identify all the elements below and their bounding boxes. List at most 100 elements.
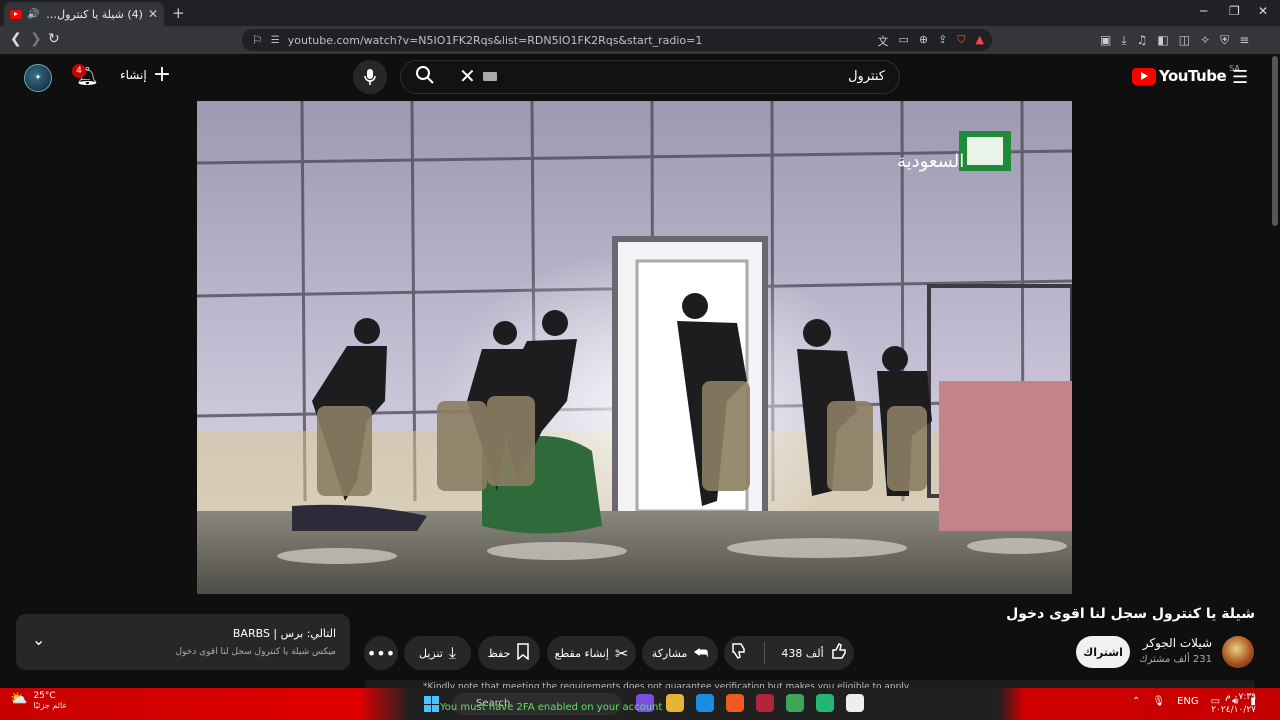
like-button[interactable]: [830, 642, 848, 664]
weather-description: غائم جزئيًا: [33, 701, 67, 710]
new-tab-icon[interactable]: +: [172, 4, 185, 22]
like-divider: [764, 642, 766, 664]
video-title: شيلة يا كنترول سجل لنا اقوى دخول: [1006, 606, 1255, 622]
chevron-down-icon[interactable]: ⌄: [32, 630, 45, 649]
mic-tray-icon[interactable]: 🎙︎: [1152, 696, 1165, 707]
menu-icon[interactable]: ≡: [1239, 33, 1249, 48]
download-icon[interactable]: ⤓: [1121, 33, 1126, 48]
share-icon[interactable]: ⇪: [938, 33, 947, 49]
youtube-logo[interactable]: YouTube SA: [1132, 64, 1240, 85]
more-actions-button[interactable]: •••: [364, 636, 398, 670]
app-icon[interactable]: [756, 694, 774, 712]
edge-icon[interactable]: [696, 694, 714, 712]
clear-search-icon[interactable]: ✕: [459, 64, 476, 88]
clip-label: إنشاء مقطع: [554, 646, 609, 660]
clip-button[interactable]: إنشاء مقطع ✂: [547, 636, 636, 670]
clock-time: ٠٧:٣٩ م: [1225, 692, 1256, 702]
next-video-playlist: ميكس شيلة يا كنترول سجل لنا اقوى دخول: [175, 647, 336, 657]
zoom-icon[interactable]: ⊕: [919, 33, 928, 49]
search-input[interactable]: كنترول: [848, 69, 885, 84]
page-scrollbar[interactable]: [1272, 56, 1278, 226]
user-avatar[interactable]: ✦: [24, 64, 52, 92]
download-label: تنزيل: [419, 646, 443, 660]
cast-icon[interactable]: ▭: [898, 33, 908, 49]
save-button[interactable]: حفظ: [478, 636, 540, 670]
weather-widget[interactable]: ⛅ 25°C غائم جزئيًا: [10, 691, 67, 710]
pinned-apps: [636, 694, 864, 712]
like-count: 438 ألف: [781, 646, 824, 660]
next-video-card[interactable]: ⌄ التالي: برس | BARBS ميكس شيلة يا كنترو…: [16, 614, 350, 670]
youtube-favicon-icon: [10, 9, 22, 19]
minimize-icon[interactable]: ─: [1200, 4, 1207, 18]
brave-rewards-icon[interactable]: ▲: [976, 33, 984, 49]
download-button[interactable]: تنزيل ⤓: [404, 636, 471, 670]
create-button[interactable]: إنشاء +: [120, 62, 172, 87]
plus-icon: +: [152, 62, 172, 87]
logo-text: YouTube: [1159, 67, 1227, 85]
microphone-icon: [364, 69, 376, 85]
share-button[interactable]: مشاركة ⮪: [642, 636, 718, 670]
video-player[interactable]: السعودية: [197, 101, 1072, 594]
site-settings-icon[interactable]: ☰: [271, 35, 280, 46]
file-explorer-icon[interactable]: [666, 694, 684, 712]
start-icon[interactable]: [424, 696, 440, 712]
next-video-title: التالي: برس | BARBS: [232, 627, 336, 640]
temperature: 25°C: [33, 691, 56, 701]
thumbs-up-icon: [831, 642, 846, 659]
tab-title: (4) شيلة يا كنترول سجل لنا اقوى دخول: [44, 7, 143, 21]
close-window-icon[interactable]: ✕: [1258, 4, 1268, 18]
search-icon[interactable]: [415, 65, 435, 90]
url-text: youtube.com/watch?v=N5IO1FK2Rqs&list=RDN…: [287, 33, 703, 47]
taskbar-clock[interactable]: ٠٧:٣٩ م ٢٠٢٤/١٠/٢٧: [1211, 691, 1256, 717]
create-label: إنشاء: [120, 68, 147, 82]
save-label: حفظ: [487, 646, 511, 660]
notepad-icon[interactable]: [846, 694, 864, 712]
bookmark-save-icon: [516, 642, 530, 664]
ai-icon[interactable]: ✧: [1200, 33, 1210, 48]
bookmark-icon[interactable]: ⚐: [252, 33, 263, 47]
browser-tab[interactable]: 🔊 (4) شيلة يا كنترول سجل لنا اقوى دخول ✕: [4, 2, 164, 26]
music-icon[interactable]: ♫: [1137, 33, 1148, 48]
more-icon: •••: [366, 643, 396, 663]
brave-shield-icon[interactable]: ⛉: [957, 33, 965, 49]
reload-icon[interactable]: ↻: [48, 31, 60, 47]
forward-icon[interactable]: ❯: [30, 31, 42, 47]
share-arrow-icon: ⮪: [693, 643, 709, 662]
dislike-button[interactable]: [730, 642, 748, 664]
guide-menu-icon[interactable]: ☰: [1232, 67, 1248, 88]
download-arrow-icon: ⤓: [448, 643, 456, 662]
sidebar-icon[interactable]: ▣: [1100, 33, 1111, 48]
like-dislike-group: 438 ألف: [724, 636, 854, 670]
thumbs-down-icon: [732, 643, 746, 659]
subscribe-button[interactable]: اشتراك: [1076, 636, 1130, 668]
game-icon[interactable]: [816, 694, 834, 712]
scissors-icon: ✂: [614, 643, 629, 663]
channel-avatar[interactable]: [1222, 636, 1254, 668]
chrome-icon[interactable]: [786, 694, 804, 712]
subscriber-count: 231 ألف مشترك: [1139, 654, 1212, 665]
tv-channel-watermark: السعودية: [897, 151, 964, 172]
voice-search-button[interactable]: [353, 60, 387, 94]
channel-name[interactable]: شيلات الجوكر: [1143, 636, 1212, 650]
keyboard-icon[interactable]: [483, 72, 497, 81]
video-frame-image: السعودية: [197, 101, 1072, 594]
browser-tab-strip: 🔊 (4) شيلة يا كنترول سجل لنا اقوى دخول ✕…: [0, 0, 1280, 26]
search-box[interactable]: ✕ كنترول: [400, 60, 900, 94]
overlay-notice-text: You must have 2FA enabled on your accoun…: [440, 702, 663, 713]
youtube-header: ✦ 🔔︎ 4 إنشاء + ✕ كنترول YouTube SA ☰: [0, 54, 1280, 100]
language-indicator[interactable]: ENG: [1177, 696, 1199, 707]
address-bar-row: ❮ ❯ ↻ ⚐ ☰ youtube.com/watch?v=N5IO1FK2Rq…: [0, 26, 1280, 54]
brave-icon[interactable]: [726, 694, 744, 712]
youtube-play-icon: [1132, 67, 1156, 85]
back-icon[interactable]: ❮: [10, 31, 22, 47]
url-field[interactable]: ⚐ ☰ youtube.com/watch?v=N5IO1FK2Rqs&list…: [242, 29, 992, 51]
tray-overflow-icon[interactable]: ⌃: [1132, 696, 1140, 707]
share-label: مشاركة: [651, 646, 688, 660]
translate-icon[interactable]: 文: [877, 33, 888, 49]
wallet-icon[interactable]: ◫: [1179, 33, 1190, 48]
restore-icon[interactable]: ❐: [1229, 4, 1240, 18]
vpn-icon[interactable]: ⛨: [1220, 33, 1229, 48]
close-tab-icon[interactable]: ✕: [148, 7, 158, 21]
reader-icon[interactable]: ◧: [1157, 33, 1168, 48]
speaker-icon[interactable]: 🔊: [27, 9, 39, 20]
